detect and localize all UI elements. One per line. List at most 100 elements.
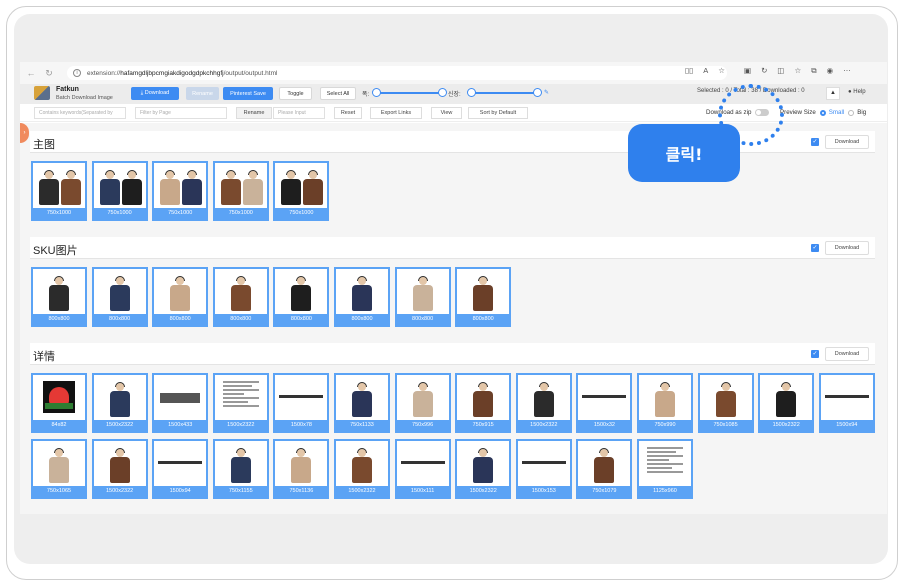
image-thumbnail[interactable]: 750x996 [394, 373, 451, 433]
image-thumbnail[interactable]: 800x800 [273, 267, 330, 327]
download-button[interactable]: ⤓ Download [131, 87, 179, 100]
sort-select[interactable]: Sort by Default [468, 107, 528, 119]
image-thumbnail[interactable]: 750x1155 [212, 439, 269, 499]
section-checkbox[interactable]: ✓ [811, 244, 819, 252]
model-photo [109, 276, 130, 311]
image-thumbnail[interactable]: 800x800 [455, 267, 512, 327]
site-info-icon[interactable]: i [73, 69, 81, 77]
image-thumbnail[interactable]: 1500x2322 [212, 373, 269, 433]
image-thumbnail[interactable]: 750x1133 [334, 373, 390, 433]
star-icon[interactable]: ☆ [718, 66, 725, 75]
image-thumbnail[interactable]: 750x1000 [152, 161, 209, 221]
width-slider-min-handle[interactable] [372, 88, 381, 97]
section-download-button[interactable]: Download [825, 347, 869, 361]
image-thumbnail[interactable]: 1500x433 [152, 373, 209, 433]
image-thumbnail[interactable]: 750x990 [637, 373, 693, 433]
section-header-detail: ✓ Download [30, 343, 875, 365]
read-aloud-icon[interactable]: A [703, 66, 708, 75]
image-thumbnail[interactable]: 1500x94 [152, 439, 209, 499]
back-icon[interactable]: ← [24, 68, 38, 78]
image-thumbnail[interactable]: 800x800 [152, 267, 209, 327]
help-link[interactable]: ● Help [848, 89, 866, 95]
big-radio[interactable] [848, 109, 855, 116]
thumbnail-image [459, 443, 508, 485]
section-checkbox[interactable]: ✓ [811, 350, 819, 358]
refresh-icon[interactable]: ↻ [761, 66, 767, 76]
extension-icon[interactable]: ▣ [744, 66, 751, 76]
height-slider-max-handle[interactable] [533, 88, 542, 97]
section-download-sku: ✓ Download [811, 241, 869, 255]
collections-icon[interactable]: ⧉ [811, 66, 816, 76]
thumbnail-size-label: 1125x960 [639, 486, 691, 497]
view-button[interactable]: View [431, 107, 462, 119]
select-all-button[interactable]: Select All [320, 87, 356, 100]
section-download-button[interactable]: Download [825, 241, 869, 255]
model-photo [412, 276, 433, 311]
image-thumbnail[interactable]: 1500x2322 [758, 373, 815, 433]
height-slider-min-handle[interactable] [467, 88, 476, 97]
image-thumbnail[interactable]: 750x915 [455, 373, 512, 433]
reload-icon[interactable]: ↻ [42, 68, 56, 79]
image-thumbnail[interactable]: 1500x2322 [91, 439, 148, 499]
width-slider-track[interactable] [376, 92, 442, 94]
pinterest-save-button[interactable]: Pinterest Save [223, 87, 273, 100]
export-links-button[interactable]: Export Links [370, 107, 422, 119]
image-thumbnail[interactable]: 750x1136 [273, 439, 330, 499]
model-photo [109, 382, 130, 417]
image-thumbnail[interactable]: 750x1079 [576, 439, 633, 499]
profile-icon[interactable]: ◉ [827, 66, 834, 76]
image-thumbnail[interactable]: 1125x960 [637, 439, 693, 499]
model-photo [230, 448, 251, 483]
model-photo [533, 382, 554, 417]
image-thumbnail[interactable]: 800x800 [212, 267, 269, 327]
image-thumbnail[interactable]: 750x1000 [212, 161, 269, 221]
image-thumbnail[interactable]: 800x800 [91, 267, 148, 327]
image-thumbnail[interactable]: 1500x78 [273, 373, 330, 433]
side-drawer-tab[interactable]: › [20, 123, 29, 143]
brand-subtitle: Batch Download Image [56, 95, 113, 101]
split-icon[interactable]: ◫ [777, 66, 784, 76]
image-thumbnail[interactable]: 1500x2322 [455, 439, 512, 499]
edit-icon[interactable]: ✎ [544, 89, 549, 96]
text-document-image [222, 381, 259, 409]
image-thumbnail[interactable]: 750x1000 [273, 161, 330, 221]
tab-icon[interactable]: ▯▯ [685, 66, 693, 75]
thumbnail-image [519, 377, 568, 419]
section-download-button[interactable]: Download [825, 135, 869, 149]
section-header-sku: ✓ Download [30, 237, 875, 259]
width-slider-max-handle[interactable] [438, 88, 447, 97]
thumbnail-image [459, 271, 508, 313]
image-thumbnail[interactable]: 1500x111 [394, 439, 451, 499]
image-thumbnail[interactable]: 84x82 [31, 373, 87, 433]
image-thumbnail[interactable]: 800x800 [394, 267, 451, 327]
toggle-button[interactable]: Toggle [279, 87, 312, 100]
more-icon[interactable]: ⋯ [843, 66, 851, 76]
browser-toolbar-icons: ▣ ↻ ◫ ☆ ⧉ ◉ ⋯ [744, 66, 851, 76]
image-thumbnail[interactable]: 750x1065 [31, 439, 87, 499]
url-field[interactable]: i extension:// hafamgdljbpcmgiakdigodgdp… [67, 66, 727, 80]
image-thumbnail[interactable]: 800x800 [31, 267, 87, 327]
filter-by-page-select[interactable]: Filter by Page [135, 107, 227, 119]
rename-input[interactable]: Please Input [273, 107, 325, 119]
reset-button[interactable]: Reset [334, 107, 362, 119]
image-thumbnail[interactable]: 750x1000 [31, 161, 87, 221]
image-thumbnail[interactable]: 1500x2322 [515, 373, 572, 433]
small-radio[interactable] [819, 109, 826, 116]
thumbnail-size-label: 1500x32 [578, 420, 631, 431]
image-thumbnail[interactable]: 1500x94 [818, 373, 875, 433]
height-slider-track[interactable] [471, 92, 537, 94]
scroll-top-button[interactable]: ▲ [826, 87, 840, 100]
image-thumbnail[interactable]: 750x1000 [91, 161, 148, 221]
image-thumbnail[interactable]: 1500x2322 [334, 439, 390, 499]
keywords-input[interactable]: Contains keywords(Separated by [34, 107, 126, 119]
image-thumbnail[interactable]: 1500x153 [515, 439, 572, 499]
image-thumbnail[interactable]: 750x1085 [697, 373, 754, 433]
favorites-icon[interactable]: ☆ [794, 66, 801, 76]
image-thumbnail[interactable]: 800x800 [334, 267, 390, 327]
rename-button[interactable]: Rename [236, 107, 272, 119]
image-thumbnail[interactable]: 1500x32 [576, 373, 633, 433]
rename-top-button[interactable]: Rename [186, 87, 219, 100]
section-checkbox[interactable]: ✓ [811, 138, 819, 146]
model-photo [715, 382, 736, 417]
image-thumbnail[interactable]: 1500x2322 [91, 373, 148, 433]
